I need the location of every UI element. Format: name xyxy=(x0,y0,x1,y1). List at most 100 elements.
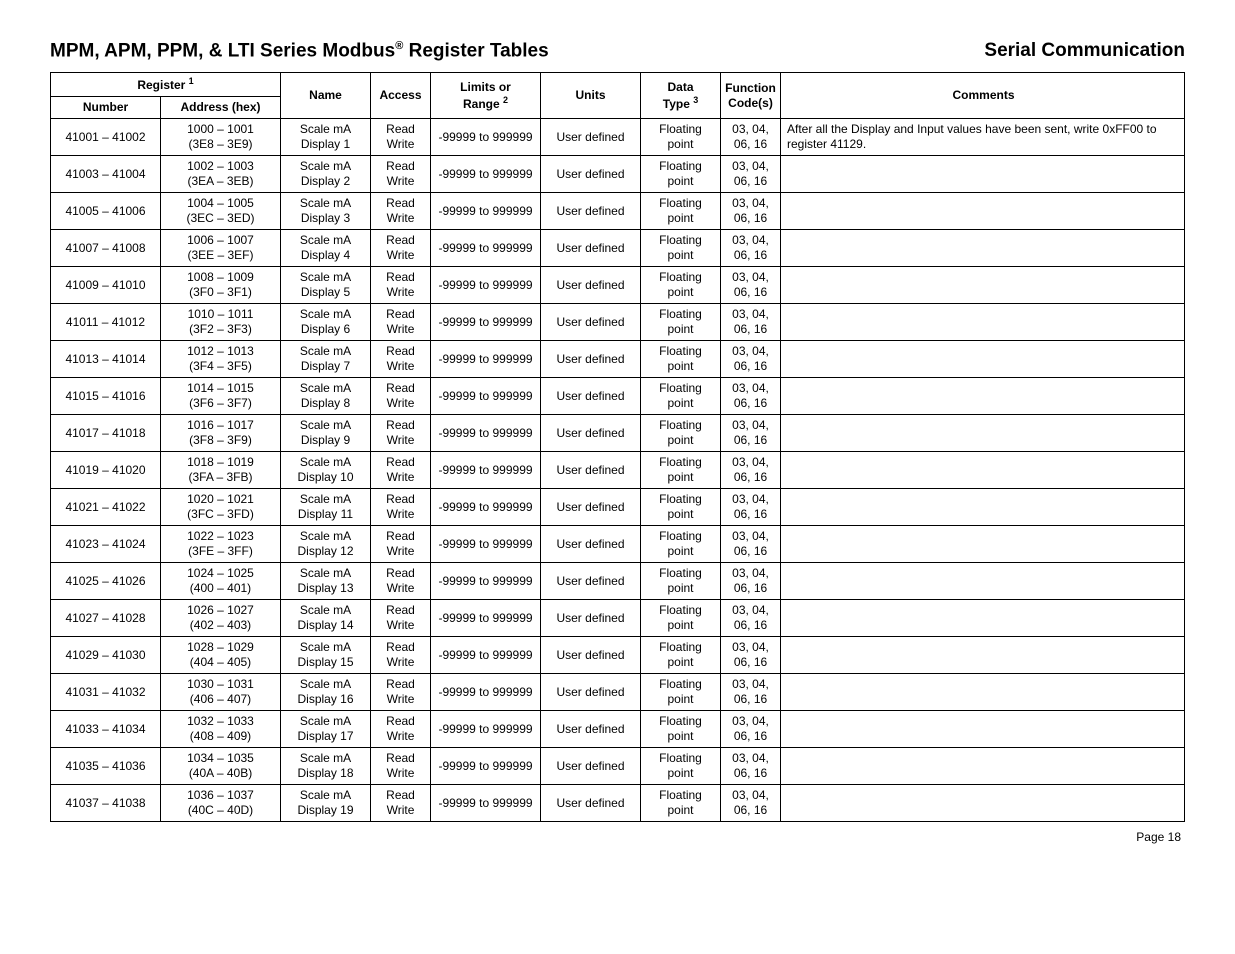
th-limits-line2: Range xyxy=(463,97,503,111)
cell-units: User defined xyxy=(541,563,641,600)
cell-comments xyxy=(781,785,1185,822)
cell-comments xyxy=(781,489,1185,526)
th-comments: Comments xyxy=(781,73,1185,119)
cell-number: 41035 – 41036 xyxy=(51,748,161,785)
cell-comments: After all the Display and Input values h… xyxy=(781,119,1185,156)
cell-address: 1012 – 1013(3F4 – 3F5) xyxy=(161,341,281,378)
cell-access: Read Write xyxy=(371,563,431,600)
cell-limits: -99999 to 999999 xyxy=(431,600,541,637)
cell-function: 03, 04,06, 16 xyxy=(721,156,781,193)
cell-name: Scale mADisplay 14 xyxy=(281,600,371,637)
cell-address: 1000 – 1001(3E8 – 3E9) xyxy=(161,119,281,156)
page-number: Page 18 xyxy=(1136,830,1181,844)
cell-units: User defined xyxy=(541,711,641,748)
cell-limits: -99999 to 999999 xyxy=(431,563,541,600)
cell-access: Read Write xyxy=(371,156,431,193)
table-row: 41001 – 410021000 – 1001(3E8 – 3E9)Scale… xyxy=(51,119,1185,156)
th-address: Address (hex) xyxy=(161,97,281,119)
cell-units: User defined xyxy=(541,341,641,378)
th-units: Units xyxy=(541,73,641,119)
cell-datatype: Floating point xyxy=(641,748,721,785)
th-func-line2: Code(s) xyxy=(728,96,773,110)
th-data-line2: Type xyxy=(663,97,693,111)
cell-access: Read Write xyxy=(371,119,431,156)
th-register-text: Register xyxy=(137,78,188,92)
table-row: 41021 – 410221020 – 1021(3FC – 3FD)Scale… xyxy=(51,489,1185,526)
cell-access: Read Write xyxy=(371,193,431,230)
cell-datatype: Floating point xyxy=(641,711,721,748)
cell-limits: -99999 to 999999 xyxy=(431,452,541,489)
cell-limits: -99999 to 999999 xyxy=(431,415,541,452)
cell-access: Read Write xyxy=(371,600,431,637)
cell-number: 41001 – 41002 xyxy=(51,119,161,156)
th-number: Number xyxy=(51,97,161,119)
cell-number: 41027 – 41028 xyxy=(51,600,161,637)
table-row: 41015 – 410161014 – 1015(3F6 – 3F7)Scale… xyxy=(51,378,1185,415)
th-limits-sup: 2 xyxy=(503,95,508,105)
cell-datatype: Floating point xyxy=(641,230,721,267)
cell-comments xyxy=(781,674,1185,711)
cell-access: Read Write xyxy=(371,452,431,489)
cell-limits: -99999 to 999999 xyxy=(431,748,541,785)
cell-number: 41009 – 41010 xyxy=(51,267,161,304)
table-row: 41035 – 410361034 – 1035(40A – 40B)Scale… xyxy=(51,748,1185,785)
cell-number: 41037 – 41038 xyxy=(51,785,161,822)
cell-comments xyxy=(781,711,1185,748)
cell-units: User defined xyxy=(541,526,641,563)
cell-comments xyxy=(781,156,1185,193)
th-datatype: Data Type 3 xyxy=(641,73,721,119)
th-name: Name xyxy=(281,73,371,119)
cell-address: 1034 – 1035(40A – 40B) xyxy=(161,748,281,785)
cell-comments xyxy=(781,193,1185,230)
table-head: Register 1 Name Access Limits or Range 2… xyxy=(51,73,1185,119)
cell-number: 41025 – 41026 xyxy=(51,563,161,600)
cell-limits: -99999 to 999999 xyxy=(431,341,541,378)
cell-name: Scale mADisplay 4 xyxy=(281,230,371,267)
cell-units: User defined xyxy=(541,674,641,711)
cell-function: 03, 04,06, 16 xyxy=(721,415,781,452)
page-title-right: Serial Communication xyxy=(984,40,1185,62)
cell-units: User defined xyxy=(541,304,641,341)
cell-address: 1030 – 1031(406 – 407) xyxy=(161,674,281,711)
cell-function: 03, 04,06, 16 xyxy=(721,452,781,489)
table-row: 41005 – 410061004 – 1005(3EC – 3ED)Scale… xyxy=(51,193,1185,230)
cell-units: User defined xyxy=(541,489,641,526)
cell-number: 41033 – 41034 xyxy=(51,711,161,748)
table-row: 41003 – 410041002 – 1003(3EA – 3EB)Scale… xyxy=(51,156,1185,193)
cell-access: Read Write xyxy=(371,267,431,304)
cell-address: 1028 – 1029(404 – 405) xyxy=(161,637,281,674)
cell-name: Scale mADisplay 16 xyxy=(281,674,371,711)
cell-name: Scale mADisplay 3 xyxy=(281,193,371,230)
page-header: MPM, APM, PPM, & LTI Series Modbus® Regi… xyxy=(50,40,1185,62)
cell-address: 1024 – 1025(400 – 401) xyxy=(161,563,281,600)
cell-units: User defined xyxy=(541,230,641,267)
title-left-part1: MPM, APM, PPM, & LTI Series Modbus xyxy=(50,40,395,61)
cell-access: Read Write xyxy=(371,415,431,452)
cell-function: 03, 04,06, 16 xyxy=(721,711,781,748)
cell-limits: -99999 to 999999 xyxy=(431,785,541,822)
cell-name: Scale mADisplay 12 xyxy=(281,526,371,563)
cell-function: 03, 04,06, 16 xyxy=(721,378,781,415)
cell-limits: -99999 to 999999 xyxy=(431,711,541,748)
cell-units: User defined xyxy=(541,748,641,785)
cell-access: Read Write xyxy=(371,341,431,378)
cell-access: Read Write xyxy=(371,674,431,711)
cell-comments xyxy=(781,267,1185,304)
cell-datatype: Floating point xyxy=(641,156,721,193)
cell-limits: -99999 to 999999 xyxy=(431,378,541,415)
cell-number: 41003 – 41004 xyxy=(51,156,161,193)
cell-units: User defined xyxy=(541,193,641,230)
cell-datatype: Floating point xyxy=(641,341,721,378)
cell-comments xyxy=(781,637,1185,674)
cell-number: 41017 – 41018 xyxy=(51,415,161,452)
cell-comments xyxy=(781,304,1185,341)
cell-number: 41005 – 41006 xyxy=(51,193,161,230)
cell-comments xyxy=(781,452,1185,489)
cell-function: 03, 04,06, 16 xyxy=(721,526,781,563)
cell-address: 1010 – 1011(3F2 – 3F3) xyxy=(161,304,281,341)
cell-limits: -99999 to 999999 xyxy=(431,637,541,674)
cell-units: User defined xyxy=(541,378,641,415)
table-row: 41037 – 410381036 – 1037(40C – 40D)Scale… xyxy=(51,785,1185,822)
cell-comments xyxy=(781,341,1185,378)
cell-name: Scale mADisplay 8 xyxy=(281,378,371,415)
